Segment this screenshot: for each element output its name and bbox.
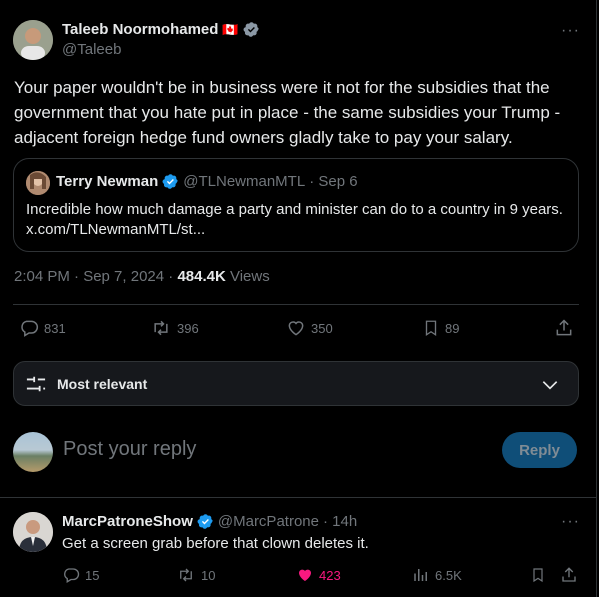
reply-header: MarcPatroneShow @MarcPatrone · 14h <box>62 513 357 530</box>
reply-button[interactable]: 831 <box>19 318 66 338</box>
share-icon <box>562 567 576 582</box>
bookmark-icon <box>533 568 543 583</box>
reply-icon <box>64 568 80 583</box>
quote-author-handle: @TLNewmanMTL <box>183 173 306 190</box>
share-icon <box>556 319 572 336</box>
reply-share-button[interactable] <box>560 566 578 584</box>
divider <box>0 497 597 498</box>
sort-label: Most relevant <box>57 376 148 392</box>
repost-button[interactable]: 396 <box>150 318 199 338</box>
reply-icon <box>21 320 39 337</box>
reply-views-button[interactable]: 6.5K <box>412 566 462 584</box>
more-icon[interactable]: ··· <box>561 22 580 40</box>
share-button[interactable] <box>554 318 574 338</box>
tweet-timestamp: 2:04 PM · Sep 7, 2024 · 484.4K Views <box>14 268 270 285</box>
quoted-tweet[interactable]: Terry Newman @TLNewmanMTL · Sep 6 Incred… <box>13 158 579 252</box>
reply-text: Get a screen grab before that clown dele… <box>62 535 369 552</box>
reply-author-avatar[interactable] <box>13 512 53 552</box>
reply-input[interactable] <box>63 438 483 461</box>
reply-time[interactable]: · 14h <box>323 513 357 530</box>
divider <box>13 304 579 305</box>
author-name-row[interactable]: Taleeb Noormohamed 🇨🇦 <box>62 21 260 38</box>
bookmark-button[interactable]: 89 <box>422 318 459 338</box>
repost-count: 10 <box>201 567 216 583</box>
like-icon <box>288 321 304 336</box>
reply-repost-button[interactable]: 10 <box>176 566 215 584</box>
reply-like-button[interactable]: 423 <box>296 566 341 584</box>
author-name[interactable]: Taleeb Noormohamed <box>62 21 218 38</box>
column-border <box>596 0 597 597</box>
reply-count: 831 <box>44 320 66 336</box>
views-label: Views <box>229 268 270 285</box>
sort-replies-dropdown[interactable]: Most relevant <box>13 361 579 406</box>
reply-author-name[interactable]: MarcPatroneShow <box>62 513 193 530</box>
verified-icon <box>243 22 259 37</box>
like-icon <box>299 569 311 581</box>
quote-author-avatar <box>26 171 50 195</box>
tweet-text: Your paper wouldn't be in business were … <box>14 78 561 147</box>
like-count: 423 <box>319 567 341 583</box>
avatar-photo <box>13 512 53 552</box>
author-avatar[interactable] <box>13 20 53 60</box>
filter-icon <box>26 376 46 392</box>
views-icon <box>414 569 427 581</box>
tweet-time[interactable]: 2:04 PM · Sep 7, 2024 · <box>14 268 177 285</box>
repost-icon <box>180 568 192 582</box>
chevron-down-icon <box>542 381 558 390</box>
like-count: 350 <box>311 320 333 336</box>
author-handle[interactable]: @Taleeb <box>62 41 121 58</box>
views-count: 6.5K <box>435 567 462 583</box>
quote-text: Incredible how much damage a party and m… <box>26 201 563 238</box>
repost-icon <box>154 320 168 336</box>
quote-header: Terry Newman @TLNewmanMTL · Sep 6 <box>56 173 358 190</box>
avatar-photo <box>13 20 53 60</box>
reply-author-handle[interactable]: @MarcPatrone <box>218 513 319 530</box>
views-count: 484.4K <box>177 268 226 285</box>
verified-icon <box>197 514 213 529</box>
verified-icon <box>162 174 179 189</box>
more-icon[interactable]: ··· <box>561 513 580 531</box>
quote-author-name: Terry Newman <box>56 173 159 190</box>
reply-count: 15 <box>85 567 100 583</box>
avatar-photo <box>26 171 50 195</box>
repost-count: 396 <box>177 320 199 336</box>
reply-reply-button[interactable]: 15 <box>62 566 99 584</box>
tweet-detail-page: Taleeb Noormohamed 🇨🇦 @Taleeb ··· Your p… <box>0 0 599 597</box>
bookmark-icon <box>425 320 437 337</box>
current-user-avatar <box>13 432 53 472</box>
quote-date: · Sep 6 <box>309 173 358 190</box>
flag-emoji: 🇨🇦 <box>222 21 239 37</box>
reply-bookmark-button[interactable] <box>530 566 546 584</box>
bookmark-count: 89 <box>445 320 460 336</box>
like-button[interactable]: 350 <box>286 318 333 338</box>
reply-submit-button[interactable]: Reply <box>502 432 577 468</box>
